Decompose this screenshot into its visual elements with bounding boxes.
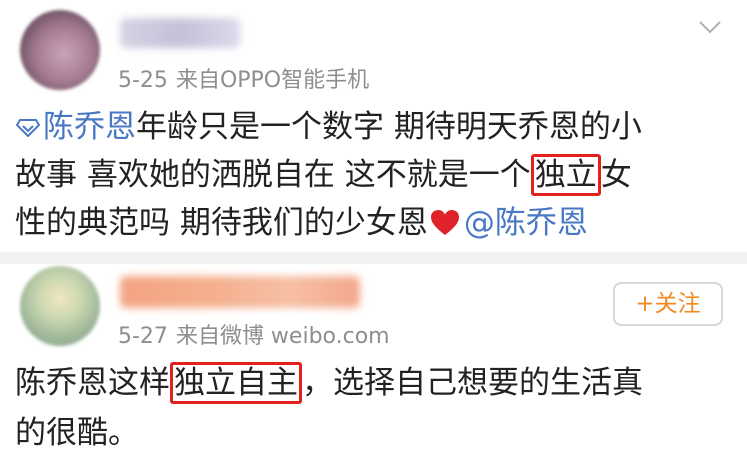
highlight-box: 独立自主 [170, 362, 302, 404]
follow-button[interactable]: +关注 [613, 282, 723, 326]
avatar[interactable] [20, 10, 100, 90]
heart-icon [430, 210, 459, 235]
text-segment: 女 [600, 157, 632, 193]
post-line: 性的典范吗 期待我们的少女恩 @陈乔恩 [15, 199, 735, 247]
avatar[interactable] [20, 266, 100, 346]
post-source: 来自微博 weibo.com [175, 324, 390, 349]
text-segment: 陈乔恩这样 [15, 365, 170, 401]
username-blurred[interactable] [120, 276, 360, 308]
post-line: 陈乔恩年龄只是一个数字 期待明天乔恩的小 [15, 103, 735, 151]
post-date: 5-27 [118, 324, 168, 349]
post-meta: 5-25 来自OPPO智能手机 [118, 62, 369, 94]
post-line: 故事 喜欢她的洒脱自在 这不就是一个 独立女 [15, 151, 735, 199]
divider [0, 252, 747, 264]
topic-label: 陈乔恩 [43, 109, 136, 145]
text-segment: 年龄只是一个数字 期待明天乔恩的小 [136, 109, 642, 145]
weibo-comments-screenshot: 5-25 来自OPPO智能手机 陈乔恩年龄只是一个数字 期待明天乔恩的小 故事 喜… [0, 0, 747, 460]
post-meta: 5-27 来自微博 weibo.com [118, 318, 390, 350]
post-text: 陈乔恩这样 独立自主 ，选择自己想要的生活真 的很酷。 [15, 358, 735, 458]
topic-link[interactable]: 陈乔恩 [15, 109, 136, 145]
mention-link[interactable]: @陈乔恩 [464, 205, 588, 241]
chevron-down-icon[interactable] [697, 14, 723, 40]
text-segment: ，选择自己想要的生活真 [302, 365, 643, 401]
post-line: 的很酷。 [15, 408, 735, 458]
text-segment: 故事 喜欢她的洒脱自在 这不就是一个 [15, 157, 531, 193]
post-source: 来自OPPO智能手机 [175, 68, 370, 93]
text-segment: 性的典范吗 期待我们的少女恩 [15, 205, 428, 241]
post-text: 陈乔恩年龄只是一个数字 期待明天乔恩的小 故事 喜欢她的洒脱自在 这不就是一个独… [15, 103, 735, 247]
highlight-box: 独立 [530, 154, 601, 196]
post-date: 5-25 [118, 68, 168, 93]
text-segment: 的很酷。 [15, 415, 139, 451]
post-line: 陈乔恩这样 独立自主 ，选择自己想要的生活真 [15, 358, 735, 408]
username-blurred[interactable] [120, 18, 240, 48]
topic-icon [16, 119, 40, 137]
